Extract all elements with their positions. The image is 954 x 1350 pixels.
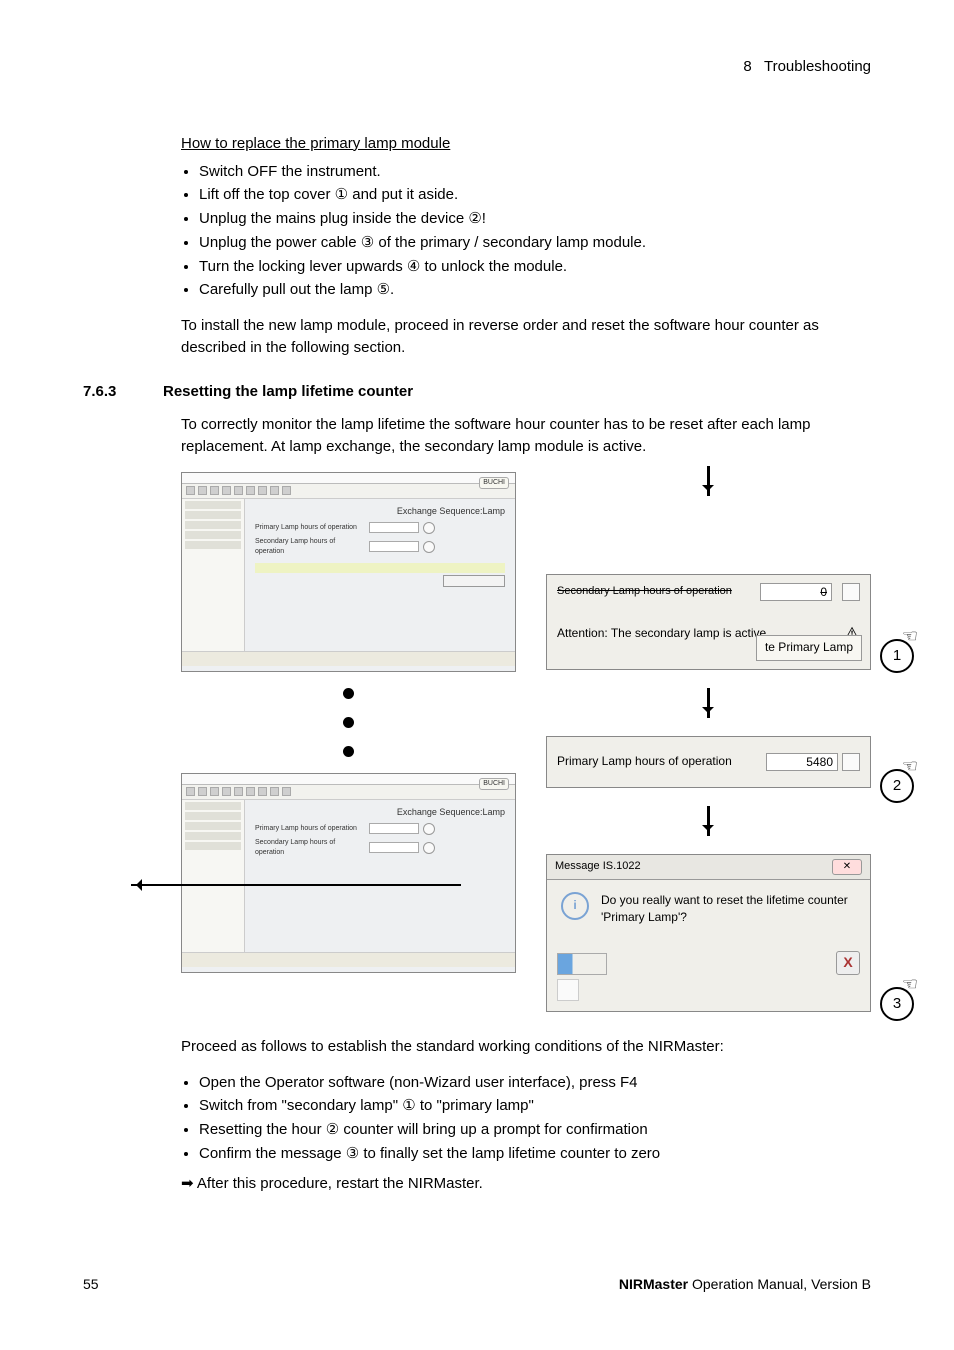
progress-icon <box>557 953 607 975</box>
field-value <box>369 522 419 533</box>
field-value <box>369 842 419 853</box>
zoom-panel-2: Primary Lamp hours of operation 5480 2☜ <box>546 736 871 788</box>
list-item: Resetting the hour ② counter will bring … <box>199 1119 871 1141</box>
screenshot-app-1: BUCHI Exchange Sequence:Lamp Primary Lam… <box>181 472 516 672</box>
list-item: Open the Operator software (non-Wizard u… <box>199 1072 871 1094</box>
attention-bar <box>255 563 505 573</box>
paragraph: Proceed as follows to establish the stan… <box>181 1036 871 1058</box>
list-item: Lift off the top cover ① and put it asid… <box>199 184 871 206</box>
info-icon: i <box>561 892 589 920</box>
callout-3: 3☜ <box>880 987 914 1021</box>
callout-1: 1☜ <box>880 639 914 673</box>
list-item: Unplug the power cable ③ of the primary … <box>199 232 871 254</box>
section-title: How to replace the primary lamp module <box>181 133 871 155</box>
reset-icon[interactable] <box>423 522 435 534</box>
list-item: Confirm the message ③ to finally set the… <box>199 1143 871 1165</box>
field-label: Primary Lamp hours of operation <box>255 523 365 533</box>
final-note: ➡ After this procedure, restart the NIRM… <box>181 1173 871 1195</box>
figure-column-right: Secondary Lamp hours of operation 0 Atte… <box>546 472 871 1012</box>
page-number: 55 <box>83 1274 99 1294</box>
paragraph: To correctly monitor the lamp lifetime t… <box>181 414 871 458</box>
arrow-icon <box>131 884 461 886</box>
screenshot-app-2: BUCHI Exchange Sequence:Lamp Primary Lam… <box>181 773 516 973</box>
message-body: Do you really want to reset the lifetime… <box>601 892 856 927</box>
panel-heading: Exchange Sequence:Lamp <box>255 806 505 819</box>
reset-icon[interactable] <box>423 842 435 854</box>
subsection-number: 7.6.3 <box>83 381 139 403</box>
zoom-panel-1: Secondary Lamp hours of operation 0 Atte… <box>546 574 871 670</box>
zoom-panel-3: Message IS.1022 ✕ i Do you really want t… <box>546 854 871 1012</box>
reset-icon[interactable] <box>842 583 860 601</box>
field-value <box>369 823 419 834</box>
cancel-button[interactable]: X <box>836 951 860 975</box>
figure-column-left: BUCHI Exchange Sequence:Lamp Primary Lam… <box>181 472 516 973</box>
field-value: 5480 <box>766 753 838 771</box>
hand-icon: ☜ <box>902 971 918 997</box>
list-item: Switch from "secondary lamp" ① to "prima… <box>199 1095 871 1117</box>
continuation-dots <box>181 688 516 757</box>
subsection-heading: 7.6.3 Resetting the lamp lifetime counte… <box>83 381 871 403</box>
figure-block: BUCHI Exchange Sequence:Lamp Primary Lam… <box>181 472 871 1012</box>
field-label: Secondary Lamp hours of operation <box>255 838 365 858</box>
brand-badge: BUCHI <box>479 778 509 790</box>
list-item: Unplug the mains plug inside the device … <box>199 208 871 230</box>
field-value <box>369 541 419 552</box>
attention-text: Attention: The secondary lamp is active <box>557 625 766 642</box>
subsection-title: Resetting the lamp lifetime counter <box>163 381 413 403</box>
brand-badge: BUCHI <box>479 477 509 489</box>
arrow-icon <box>707 466 710 496</box>
paragraph: To install the new lamp module, proceed … <box>181 315 871 359</box>
hand-icon: ☜ <box>902 753 918 779</box>
chapter-number: 8 <box>743 58 751 75</box>
reset-icon[interactable] <box>423 541 435 553</box>
arrow-icon <box>707 806 710 836</box>
field-label: Primary Lamp hours of operation <box>557 753 732 770</box>
dialog-button[interactable] <box>557 979 579 1001</box>
field-label: Secondary Lamp hours of operation <box>255 537 365 557</box>
activate-button[interactable] <box>443 575 505 587</box>
field-value: 0 <box>760 583 832 601</box>
panel-heading: Exchange Sequence:Lamp <box>255 505 505 518</box>
page-header: 8 Troubleshooting <box>83 56 871 78</box>
activate-primary-lamp-button[interactable]: te Primary Lamp <box>756 635 862 660</box>
list-item: Switch OFF the instrument. <box>199 161 871 183</box>
arrow-icon <box>707 688 710 718</box>
list-item: Turn the locking lever upwards ④ to unlo… <box>199 256 871 278</box>
field-label: Primary Lamp hours of operation <box>255 824 365 834</box>
hand-icon: ☜ <box>902 623 918 649</box>
bullet-list-1: Switch OFF the instrument. Lift off the … <box>181 161 871 302</box>
bullet-list-2: Open the Operator software (non-Wizard u… <box>181 1072 871 1165</box>
close-icon[interactable]: ✕ <box>832 859 862 875</box>
list-item: Carefully pull out the lamp ⑤. <box>199 279 871 301</box>
reset-icon[interactable] <box>842 753 860 771</box>
footer-text: NIRMaster Operation Manual, Version B <box>619 1274 871 1294</box>
message-id: Message IS.1022 <box>555 859 641 875</box>
chapter-title: Troubleshooting <box>764 58 871 75</box>
reset-icon[interactable] <box>423 823 435 835</box>
field-label: Secondary Lamp hours of operation <box>557 584 732 600</box>
page-footer: 55 NIRMaster Operation Manual, Version B <box>83 1274 871 1294</box>
callout-2: 2☜ <box>880 769 914 803</box>
